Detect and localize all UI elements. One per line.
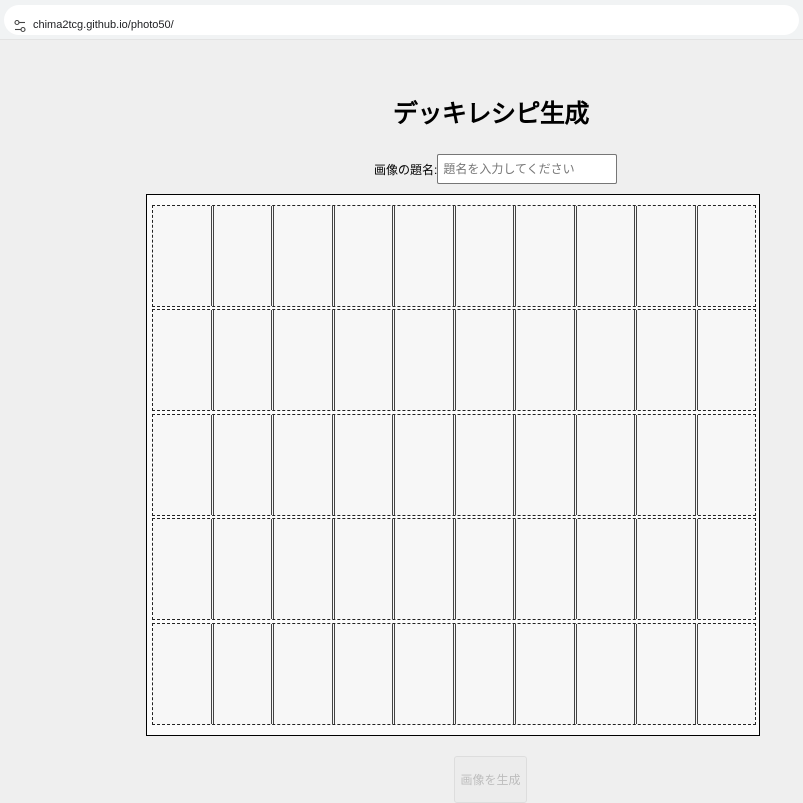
address-field[interactable]: chima2tcg.github.io/photo50/ xyxy=(4,5,799,35)
tune-icon[interactable] xyxy=(14,19,26,33)
card-slot[interactable] xyxy=(455,624,516,724)
card-slot[interactable] xyxy=(153,624,214,724)
card-slot[interactable] xyxy=(334,206,395,306)
card-slot[interactable] xyxy=(516,206,577,306)
card-slot[interactable] xyxy=(395,310,456,410)
card-slot[interactable] xyxy=(395,624,456,724)
card-slot[interactable] xyxy=(395,519,456,619)
card-slot[interactable] xyxy=(334,624,395,724)
image-title-row: 画像の題名: xyxy=(374,154,618,184)
card-slot[interactable] xyxy=(576,415,637,515)
card-slot[interactable] xyxy=(576,310,637,410)
card-slot[interactable] xyxy=(153,519,214,619)
deck-row xyxy=(152,414,756,516)
card-slot[interactable] xyxy=(455,415,516,515)
card-slot[interactable] xyxy=(697,519,755,619)
card-slot[interactable] xyxy=(334,415,395,515)
card-slot[interactable] xyxy=(274,310,335,410)
deck-row xyxy=(152,205,756,307)
card-slot[interactable] xyxy=(213,624,274,724)
card-slot[interactable] xyxy=(697,624,755,724)
card-slot[interactable] xyxy=(516,624,577,724)
page-title: デッキレシピ生成 xyxy=(392,100,590,128)
card-slot[interactable] xyxy=(213,310,274,410)
card-slot[interactable] xyxy=(637,310,698,410)
card-slot[interactable] xyxy=(576,519,637,619)
card-slot[interactable] xyxy=(697,310,755,410)
card-slot[interactable] xyxy=(274,624,335,724)
card-slot[interactable] xyxy=(153,310,214,410)
card-slot[interactable] xyxy=(213,519,274,619)
card-slot[interactable] xyxy=(637,624,698,724)
image-title-input[interactable] xyxy=(437,154,618,184)
deck-grid xyxy=(146,194,760,736)
deck-row xyxy=(152,623,756,725)
deck-row xyxy=(152,309,756,411)
card-slot[interactable] xyxy=(697,206,755,306)
card-slot[interactable] xyxy=(153,206,214,306)
card-slot[interactable] xyxy=(395,415,456,515)
card-slot[interactable] xyxy=(274,415,335,515)
card-slot[interactable] xyxy=(153,415,214,515)
browser-url-bar: chima2tcg.github.io/photo50/ xyxy=(0,0,803,40)
card-slot[interactable] xyxy=(274,519,335,619)
card-slot[interactable] xyxy=(576,206,637,306)
card-slot[interactable] xyxy=(516,310,577,410)
card-slot[interactable] xyxy=(213,206,274,306)
deck-row xyxy=(152,518,756,620)
card-slot[interactable] xyxy=(213,415,274,515)
card-slot[interactable] xyxy=(334,519,395,619)
card-slot[interactable] xyxy=(334,310,395,410)
card-slot[interactable] xyxy=(455,519,516,619)
generate-image-button[interactable]: 画像を生成 xyxy=(454,756,527,803)
card-slot[interactable] xyxy=(455,310,516,410)
card-slot[interactable] xyxy=(516,415,577,515)
card-slot[interactable] xyxy=(274,206,335,306)
image-title-label: 画像の題名: xyxy=(374,162,438,177)
card-slot[interactable] xyxy=(637,415,698,515)
card-slot[interactable] xyxy=(697,415,755,515)
card-slot[interactable] xyxy=(516,519,577,619)
card-slot[interactable] xyxy=(637,206,698,306)
url-text[interactable]: chima2tcg.github.io/photo50/ xyxy=(33,19,174,31)
card-slot[interactable] xyxy=(576,624,637,724)
card-slot[interactable] xyxy=(637,519,698,619)
card-slot[interactable] xyxy=(455,206,516,306)
card-slot[interactable] xyxy=(395,206,456,306)
